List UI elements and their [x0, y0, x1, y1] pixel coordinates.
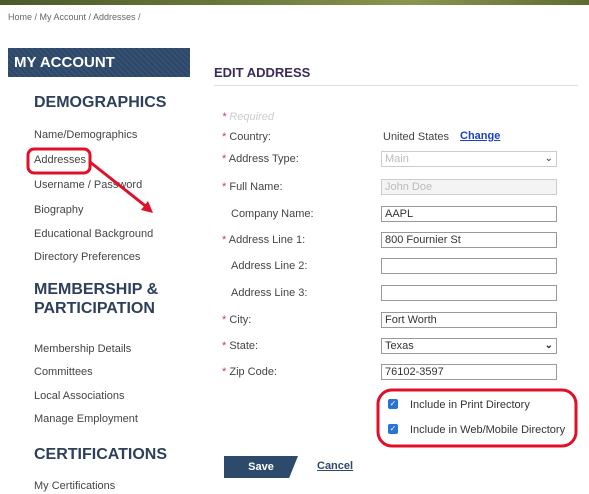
city-field[interactable]: Fort Worth [381, 312, 557, 328]
web-directory-checkbox[interactable]: ✓ [388, 424, 398, 434]
country-value: United States [383, 131, 450, 143]
page-title: EDIT ADDRESS [214, 65, 311, 80]
print-directory-checkbox[interactable]: ✓ [388, 399, 398, 409]
sidebar-item-addresses[interactable]: Addresses [34, 154, 86, 166]
sidebar-item-name-demographics[interactable]: Name/Demographics [34, 129, 137, 141]
address-type-value: Main [385, 153, 409, 165]
required-note-text: Required [229, 111, 274, 123]
company-name-label: Company Name: [231, 208, 314, 220]
save-button[interactable]: Save [224, 456, 298, 478]
my-account-header: MY ACCOUNT [8, 48, 190, 77]
zip-code-label-text: Zip Code: [229, 366, 278, 378]
state-value: Texas [385, 340, 414, 352]
address-line-2-label: Address Line 2: [231, 260, 308, 272]
state-select[interactable]: Texas ⌄ [381, 338, 557, 354]
sidebar-item-manage-employment[interactable]: Manage Employment [34, 413, 138, 425]
address-type-select[interactable]: Main ⌄ [381, 151, 557, 167]
country-label: * Country: [222, 131, 271, 143]
full-name-field[interactable]: John Doe [381, 179, 557, 195]
sidebar-item-committees[interactable]: Committees [34, 366, 93, 378]
address-line-3-field[interactable] [381, 285, 557, 301]
required-star: * [222, 111, 227, 123]
state-label-text: State: [229, 340, 259, 352]
required-star: * [222, 340, 227, 352]
full-name-label-text: Full Name: [229, 181, 283, 193]
required-note: * Required [222, 111, 274, 123]
chevron-down-icon: ⌄ [544, 153, 553, 164]
required-star: * [222, 314, 227, 326]
sidebar-item-local-associations[interactable]: Local Associations [34, 390, 125, 402]
sidebar-heading-certifications: CERTIFICATIONS [34, 446, 168, 463]
required-star: * [222, 153, 227, 165]
address-line-2-field[interactable] [381, 258, 557, 274]
breadcrumb[interactable]: Home / My Account / Addresses / [8, 12, 141, 22]
sidebar-item-membership-details[interactable]: Membership Details [34, 343, 131, 355]
address-line-1-field[interactable]: 800 Fournier St [381, 232, 557, 248]
sidebar-heading-membership: MEMBERSHIP & PARTICIPATION [34, 281, 159, 317]
change-country-link[interactable]: Change [460, 130, 500, 142]
sidebar-item-educational-background[interactable]: Educational Background [34, 228, 153, 240]
address-line-1-label-text: Address Line 1: [228, 234, 306, 246]
sidebar-item-directory-preferences[interactable]: Directory Preferences [34, 251, 140, 263]
company-name-field[interactable]: AAPL [381, 206, 557, 222]
country-label-text: Country: [229, 131, 271, 143]
required-star: * [222, 234, 227, 246]
sidebar-item-username-password[interactable]: Username / Password [34, 179, 142, 191]
zip-code-field[interactable]: 76102-3597 [381, 364, 557, 380]
sidebar-item-my-certifications[interactable]: My Certifications [34, 480, 115, 492]
annotation-arrow-head [141, 201, 153, 213]
city-label-text: City: [229, 314, 252, 326]
zip-code-label: * Zip Code: [222, 366, 277, 378]
address-line-1-label: * Address Line 1: [222, 234, 305, 246]
address-type-label-text: Address Type: [228, 153, 299, 165]
address-line-3-label: Address Line 3: [231, 287, 308, 299]
top-banner-strip [0, 0, 589, 5]
city-label: * City: [222, 314, 251, 326]
sidebar-heading-demographics: DEMOGRAPHICS [34, 94, 167, 111]
state-label: * State: [222, 340, 258, 352]
full-name-label: * Full Name: [222, 181, 283, 193]
title-divider [214, 85, 578, 86]
required-star: * [222, 366, 227, 378]
cancel-link[interactable]: Cancel [317, 460, 353, 472]
address-type-label: * Address Type: [222, 153, 299, 165]
chevron-down-icon: ⌄ [544, 340, 553, 351]
print-directory-label: Include in Print Directory [410, 399, 530, 411]
required-star: * [222, 131, 227, 143]
required-star: * [222, 181, 227, 193]
web-directory-label: Include in Web/Mobile Directory [410, 424, 566, 436]
sidebar-item-biography[interactable]: Biography [34, 204, 84, 216]
